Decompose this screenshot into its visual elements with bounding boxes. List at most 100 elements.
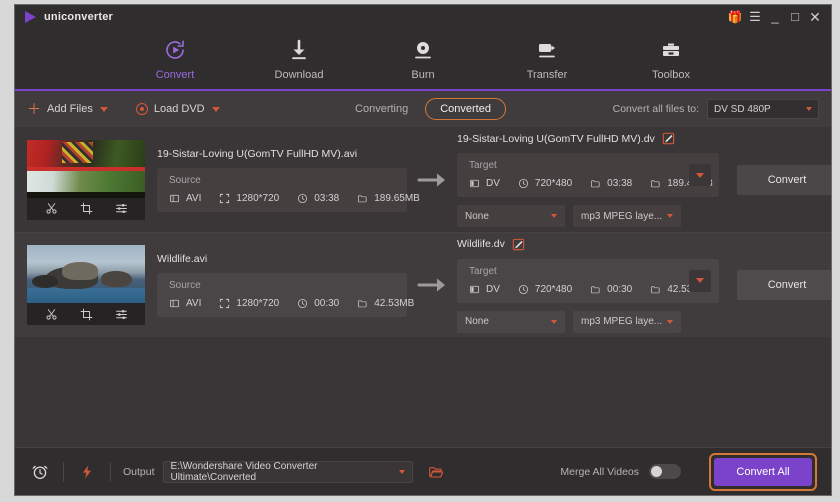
target-format-dropdown-button[interactable] bbox=[689, 164, 711, 186]
merge-all-videos-label: Merge All Videos bbox=[560, 465, 639, 478]
target-file-name-row: Wildlife.dv bbox=[457, 238, 719, 251]
output-path-select[interactable]: E:\Wondershare Video Converter Ultimate\… bbox=[162, 460, 413, 483]
nav-item-convert[interactable]: Convert bbox=[131, 29, 219, 81]
thumbnail-artwork bbox=[27, 245, 145, 303]
crop-icon[interactable] bbox=[80, 308, 93, 321]
trim-icon[interactable] bbox=[45, 308, 58, 321]
nav-label-download: Download bbox=[274, 69, 324, 81]
target-duration: 03:38 bbox=[590, 178, 632, 189]
subtitle-select[interactable]: None bbox=[457, 310, 565, 333]
nav-item-toolbox[interactable]: Toolbox bbox=[627, 29, 715, 81]
chevron-down-icon bbox=[806, 107, 812, 111]
source-size-value: 42.53MB bbox=[374, 298, 415, 309]
source-info-box: Source AVI 1280*720 bbox=[157, 167, 420, 212]
source-duration-value: 03:38 bbox=[314, 192, 340, 204]
target-info-box: Target DV 720*480 bbox=[457, 153, 719, 197]
disc-icon bbox=[135, 103, 148, 115]
video-thumbnail[interactable] bbox=[27, 245, 145, 325]
source-caption: Source bbox=[169, 174, 201, 186]
source-format: AVI bbox=[169, 298, 201, 309]
convert-all-files-to: Convert all files to: DV SD 480P bbox=[613, 99, 819, 119]
target-format: DV bbox=[469, 178, 500, 189]
target-sub-selects: None mp3 MPEG laye... bbox=[457, 205, 719, 227]
convert-button[interactable]: Convert bbox=[737, 164, 831, 195]
maximize-button[interactable]: □ bbox=[785, 5, 805, 29]
target-format-dropdown-button[interactable] bbox=[689, 269, 711, 292]
open-folder-icon[interactable] bbox=[425, 464, 447, 480]
subtitle-select[interactable]: None bbox=[457, 205, 565, 227]
chevron-down-icon bbox=[667, 319, 673, 324]
nav-item-transfer[interactable]: Transfer bbox=[503, 29, 591, 81]
crop-icon[interactable] bbox=[80, 202, 93, 215]
target-duration-value: 03:38 bbox=[607, 178, 633, 189]
convert-all-format-select[interactable]: DV SD 480P bbox=[707, 99, 819, 119]
target-sub-selects: None mp3 MPEG laye... bbox=[457, 310, 719, 333]
row-action-column: Convert bbox=[719, 270, 831, 300]
chevron-down-icon bbox=[551, 214, 557, 218]
audio-select-value: mp3 MPEG laye... bbox=[581, 316, 663, 327]
rename-edit-icon[interactable] bbox=[512, 238, 525, 251]
download-icon bbox=[287, 37, 311, 63]
rename-edit-icon[interactable] bbox=[662, 132, 675, 145]
add-files-dropdown-caret-icon[interactable] bbox=[99, 106, 108, 112]
bottom-bar: Output E:\Wondershare Video Converter Ul… bbox=[15, 447, 831, 495]
minimize-button[interactable]: _ bbox=[765, 5, 785, 29]
target-file-name-row: 19-Sistar-Loving U(GomTV FullHD MV).dv bbox=[457, 132, 719, 145]
chevron-down-icon bbox=[667, 214, 673, 218]
source-duration: 00:30 bbox=[297, 298, 339, 309]
output-label: Output bbox=[123, 465, 155, 478]
table-row[interactable]: Wildlife.avi Source AVI 1280*720 00:30 4… bbox=[15, 232, 831, 337]
video-thumbnail[interactable] bbox=[27, 139, 145, 220]
convert-button[interactable]: Convert bbox=[737, 270, 831, 300]
nav-label-transfer: Transfer bbox=[526, 69, 568, 81]
burn-icon bbox=[411, 37, 435, 63]
file-details: Wildlife.avi Source AVI 1280*720 00:30 4… bbox=[157, 238, 831, 333]
thumbnail-toolbar bbox=[27, 197, 145, 220]
tab-converting[interactable]: Converting bbox=[340, 98, 423, 120]
load-dvd-dropdown-caret-icon[interactable] bbox=[211, 106, 220, 112]
thumbnail-toolbar bbox=[27, 303, 145, 325]
effects-icon[interactable] bbox=[115, 202, 128, 215]
audio-select[interactable]: mp3 MPEG laye... bbox=[573, 205, 681, 227]
alarm-clock-icon[interactable] bbox=[29, 463, 51, 481]
toolbox-icon bbox=[659, 37, 683, 63]
audio-select[interactable]: mp3 MPEG laye... bbox=[573, 310, 681, 333]
file-list: 19-Sistar-Loving U(GomTV FullHD MV).avi … bbox=[15, 127, 831, 447]
source-size: 189.65MB bbox=[357, 193, 420, 204]
plus-icon: ＋ bbox=[27, 101, 41, 117]
target-format-value: DV bbox=[486, 178, 500, 189]
source-meta: AVI 1280*720 00:30 42.53MB bbox=[169, 298, 414, 309]
source-size-value: 189.65MB bbox=[374, 192, 420, 204]
effects-icon[interactable] bbox=[115, 308, 128, 321]
tab-converted[interactable]: Converted bbox=[425, 98, 506, 120]
source-meta: AVI 1280*720 03:38 189.65MB bbox=[169, 192, 420, 204]
main-navigation: Convert Download Burn Transfer Toolbox bbox=[15, 29, 831, 91]
target-duration: 00:30 bbox=[590, 284, 632, 295]
thumbnail-artwork bbox=[27, 139, 145, 198]
app-brand-name: uniconverter bbox=[44, 11, 114, 23]
add-files-button[interactable]: ＋ Add Files bbox=[27, 102, 93, 116]
chevron-down-icon bbox=[398, 469, 405, 474]
table-row[interactable]: 19-Sistar-Loving U(GomTV FullHD MV).avi … bbox=[15, 127, 831, 232]
conversion-arrow bbox=[407, 171, 457, 189]
transfer-icon bbox=[535, 37, 559, 63]
trim-icon[interactable] bbox=[45, 202, 58, 215]
target-meta: DV 720*480 03:38 bbox=[469, 178, 713, 189]
convert-all-button[interactable]: Convert All bbox=[714, 457, 812, 486]
output-path-value: E:\Wondershare Video Converter Ultimate\… bbox=[170, 460, 318, 483]
thumbnail-image bbox=[27, 139, 145, 198]
nav-item-download[interactable]: Download bbox=[255, 29, 343, 81]
lightning-bolt-icon[interactable] bbox=[76, 463, 98, 481]
close-button[interactable]: ✕ bbox=[805, 5, 825, 29]
nav-item-burn[interactable]: Burn bbox=[379, 29, 467, 81]
source-size: 42.53MB bbox=[357, 298, 414, 309]
merge-all-videos-control: Merge All Videos Convert All bbox=[560, 452, 817, 491]
merge-all-videos-toggle[interactable] bbox=[649, 464, 681, 479]
target-duration-value: 00:30 bbox=[607, 283, 633, 295]
load-dvd-button[interactable]: Load DVD bbox=[135, 103, 205, 115]
file-details: 19-Sistar-Loving U(GomTV FullHD MV).avi … bbox=[157, 132, 831, 227]
target-column: Wildlife.dv Target DV 720*480 00:30 42.5… bbox=[457, 238, 719, 333]
gift-icon[interactable]: 🎁 bbox=[725, 5, 745, 29]
status-tabs: Converting Converted bbox=[340, 98, 506, 120]
hamburger-menu-icon[interactable]: ☰ bbox=[745, 5, 765, 29]
